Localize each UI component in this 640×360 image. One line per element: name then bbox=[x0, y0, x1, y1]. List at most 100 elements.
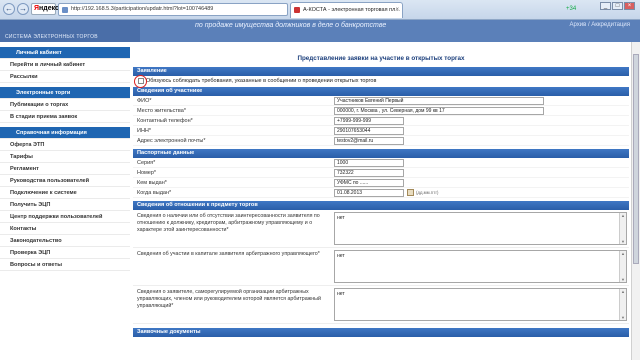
scrollbar-thumb[interactable] bbox=[633, 54, 639, 264]
back-button[interactable]: ← bbox=[3, 3, 15, 15]
textarea-row: Сведения об участии в капитале заявителя… bbox=[133, 248, 629, 286]
field-input[interactable]: 01.08.2013 bbox=[334, 188, 404, 197]
browser-tab[interactable]: А-КОСТА - электронная торговая пл... × bbox=[290, 2, 403, 18]
textarea-input[interactable]: нет bbox=[334, 212, 627, 245]
participant-fields: ФИО* Участников Евгений Первый Место жител… bbox=[133, 96, 629, 146]
field-label: Место жительства* bbox=[137, 107, 186, 114]
obligation-checkbox-row: Обязуюсь соблюдать требования, указанные… bbox=[133, 75, 629, 88]
highlight-circle bbox=[134, 75, 147, 88]
sidebar-nav: Личный кабинет Перейти в личный кабинет Ра… bbox=[0, 47, 130, 360]
field-label: Кем выдан* bbox=[137, 179, 167, 186]
sidebar-item[interactable]: Тарифы bbox=[0, 151, 130, 163]
textarea-value: нет bbox=[337, 253, 345, 259]
form-row: Кем выдан* УФМС по ...... bbox=[133, 178, 629, 188]
form-row: Адрес электронной почты* testov2@mail.ru bbox=[133, 136, 629, 146]
field-input[interactable]: 1000 bbox=[334, 158, 404, 167]
section-application-header: Заявление bbox=[133, 67, 629, 76]
logo-subtitle: СИСТЕМА ЭЛЕКТРОННЫХ ТОРГОВ bbox=[5, 34, 98, 40]
page-title: Представление заявки на участие в открыт… bbox=[297, 55, 465, 62]
forward-button[interactable]: → bbox=[17, 3, 29, 15]
field-input[interactable]: +7999-999-999 bbox=[334, 116, 404, 125]
field-label: Сведения о заявителе, саморегулируемой о… bbox=[137, 289, 321, 309]
textarea-scrollbar[interactable] bbox=[619, 213, 626, 244]
sidebar-item[interactable]: Законодательство bbox=[0, 235, 130, 247]
page-icon bbox=[62, 7, 68, 13]
sidebar-item[interactable]: В стадии приема заявок bbox=[0, 111, 130, 123]
field-label: Контактный телефон* bbox=[137, 117, 193, 124]
tab-close-icon[interactable]: × bbox=[395, 3, 399, 17]
textarea-input[interactable]: нет bbox=[334, 288, 627, 321]
form-row: Место жительства* 000000, г. Москва , ул.… bbox=[133, 106, 629, 116]
main-content: Представление заявки на участие в открыт… bbox=[133, 47, 629, 360]
sidebar-item[interactable]: Оферта ЭТП bbox=[0, 139, 130, 151]
textarea-value: нет bbox=[337, 215, 345, 221]
field-input[interactable]: 290107653044 bbox=[334, 126, 404, 135]
yandex-logo[interactable]: Яндекс bbox=[31, 3, 59, 15]
sidebar-section-header: Справочная информация bbox=[0, 127, 130, 139]
address-bar[interactable]: http://192.168.5.3/participation/updatr.… bbox=[58, 3, 288, 16]
field-label: ФИО* bbox=[137, 97, 152, 104]
header-links[interactable]: Архив / Аккредитация bbox=[569, 22, 630, 28]
relation-fields: Сведения о наличии или об отсутствии заи… bbox=[133, 210, 629, 324]
browser-toolbar: ← → Яндекс http://192.168.5.3/participat… bbox=[0, 0, 640, 20]
tab-title: А-КОСТА - электронная торговая пл... bbox=[303, 7, 400, 13]
maximize-button[interactable]: □ bbox=[612, 2, 623, 10]
sidebar-item[interactable]: Проверка ЭЦП bbox=[0, 247, 130, 259]
form-row: Номер* 732322 bbox=[133, 168, 629, 178]
textarea-value: нет bbox=[337, 291, 345, 297]
site-logo[interactable]: СИСТЕМА ЭЛЕКТРОННЫХ ТОРГОВ bbox=[0, 20, 140, 42]
date-format-hint: (дд.мм.гггг) bbox=[416, 190, 439, 195]
sidebar-section-header: Личный кабинет bbox=[0, 47, 130, 59]
obligation-label: Обязуюсь соблюдать требования, указанные… bbox=[146, 78, 377, 84]
close-window-button[interactable]: × bbox=[624, 2, 635, 10]
field-label: Адрес электронной почты* bbox=[137, 137, 206, 144]
section-relation-header: Сведения об отношении к предмету торгов bbox=[133, 201, 629, 210]
field-label: Когда выдан* bbox=[137, 189, 172, 196]
section-passport-header: Паспортные данные bbox=[133, 149, 629, 158]
section-documents-header: Заявочные документы bbox=[133, 328, 629, 337]
textarea-row: Сведения о заявителе, саморегулируемой о… bbox=[133, 286, 629, 324]
sidebar-item[interactable]: Регламент bbox=[0, 163, 130, 175]
window-controls: +34 _ □ × bbox=[560, 0, 640, 20]
sidebar-section-header: Электронные торги bbox=[0, 87, 130, 99]
sidebar-item[interactable]: Центр поддержки пользователей bbox=[0, 211, 130, 223]
page-scrollbar[interactable] bbox=[631, 42, 640, 360]
url-text: http://192.168.5.3/participation/updatr.… bbox=[71, 6, 214, 12]
field-input[interactable]: УФМС по ...... bbox=[334, 178, 404, 187]
field-input[interactable]: Участников Евгений Первый bbox=[334, 96, 544, 105]
notification-badge[interactable]: +34 bbox=[566, 6, 576, 12]
sidebar-item[interactable]: Контакты bbox=[0, 223, 130, 235]
form-row: Контактный телефон* +7999-999-999 bbox=[133, 116, 629, 126]
form-row: Когда выдан* 01.08.2013 (дд.мм.гггг) bbox=[133, 188, 629, 198]
field-label: Сведения о наличии или об отсутствии заи… bbox=[137, 213, 320, 233]
yandex-logo-black: ндекс bbox=[39, 5, 59, 12]
sidebar-item[interactable]: Руководства пользователей bbox=[0, 175, 130, 187]
form-row: ИНН* 290107653044 bbox=[133, 126, 629, 136]
field-label: Номер* bbox=[137, 169, 157, 176]
sidebar-item[interactable]: Вопросы и ответы bbox=[0, 259, 130, 271]
passport-fields: Серия* 1000 Номер* 732322 Кем выдан* УФМС по … bbox=[133, 158, 629, 198]
sidebar-item[interactable]: Перейти в личный кабинет bbox=[0, 59, 130, 71]
sidebar-item[interactable]: Рассылки bbox=[0, 71, 130, 83]
favicon-icon bbox=[294, 7, 300, 13]
calendar-icon[interactable] bbox=[407, 189, 414, 196]
textarea-scrollbar[interactable] bbox=[619, 289, 626, 320]
field-label: Серия* bbox=[137, 159, 156, 166]
field-input[interactable]: 732322 bbox=[334, 168, 404, 177]
field-label: ИНН* bbox=[137, 127, 152, 134]
minimize-button[interactable]: _ bbox=[600, 2, 611, 10]
field-input[interactable]: 000000, г. Москва , ул. Северная, дом 99… bbox=[334, 106, 544, 115]
header-slogan: по продаже имущества должников в деле о … bbox=[195, 22, 387, 29]
site-header: СИСТЕМА ЭЛЕКТРОННЫХ ТОРГОВ по продаже им… bbox=[0, 20, 640, 42]
field-label: Сведения об участии в капитале заявителя… bbox=[137, 251, 320, 257]
sidebar-item[interactable]: Получить ЭЦП bbox=[0, 199, 130, 211]
sidebar-item[interactable]: Публикации о торгах bbox=[0, 99, 130, 111]
sidebar-item[interactable]: Подключение к системе bbox=[0, 187, 130, 199]
textarea-scrollbar[interactable] bbox=[619, 251, 626, 282]
textarea-row: Сведения о наличии или об отсутствии заи… bbox=[133, 210, 629, 248]
section-participant-header: Сведения об участнике bbox=[133, 87, 629, 96]
textarea-input[interactable]: нет bbox=[334, 250, 627, 283]
field-input[interactable]: testov2@mail.ru bbox=[334, 136, 404, 145]
form-row: ФИО* Участников Евгений Первый bbox=[133, 96, 629, 106]
form-row: Серия* 1000 bbox=[133, 158, 629, 168]
